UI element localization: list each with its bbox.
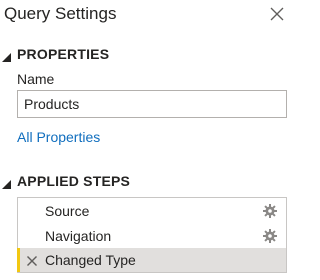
applied-steps-section-header[interactable]: APPLIED STEPS <box>0 172 290 190</box>
close-icon[interactable] <box>266 3 288 25</box>
step-row-navigation[interactable]: Navigation <box>18 224 286 248</box>
applied-steps-list: Source Navigation Changed Type <box>17 197 287 273</box>
properties-heading: PROPERTIES <box>17 46 110 62</box>
applied-steps-heading: APPLIED STEPS <box>17 173 131 189</box>
step-row-source[interactable]: Source <box>18 199 286 223</box>
all-properties-link[interactable]: All Properties <box>17 128 100 146</box>
collapse-arrow-icon <box>2 176 11 189</box>
query-name-input[interactable] <box>17 90 287 118</box>
gear-icon[interactable] <box>263 204 277 218</box>
step-label: Source <box>45 203 90 219</box>
delete-step-icon[interactable] <box>26 254 38 266</box>
pane-title: Query Settings <box>4 4 117 23</box>
step-label: Changed Type <box>45 252 136 268</box>
gear-icon[interactable] <box>263 229 277 243</box>
step-label: Navigation <box>45 228 112 244</box>
properties-section-header[interactable]: PROPERTIES <box>0 45 290 63</box>
name-label: Name <box>17 71 55 87</box>
step-row-changed-type[interactable]: Changed Type <box>17 248 286 272</box>
collapse-arrow-icon <box>2 49 11 62</box>
pane-header: Query Settings <box>0 0 297 34</box>
query-settings-pane: Query Settings PROPERTIES Name All Prope… <box>0 0 297 280</box>
